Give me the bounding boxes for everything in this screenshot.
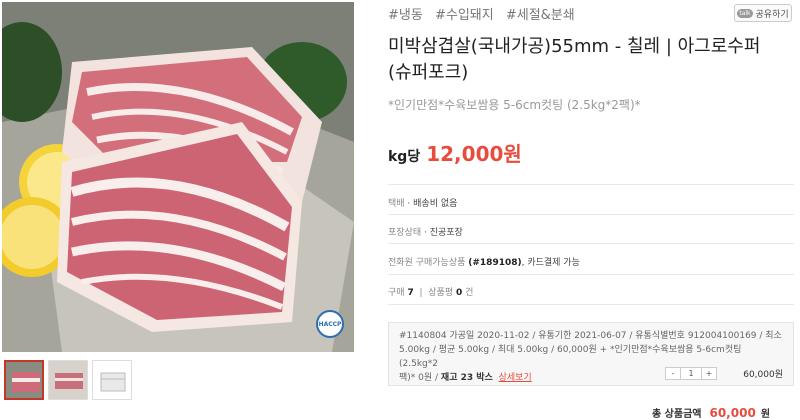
option-price: 60,000원 [743, 370, 783, 380]
total-currency: 원 [760, 409, 771, 420]
option-line-1: #1140804 가공일 2020-11-02 / 유통기한 2021-06-0… [399, 331, 782, 341]
packaging-value: 진공포장 [429, 228, 463, 238]
tag[interactable]: #세절&분쇄 [506, 8, 575, 23]
review-count: 0 [455, 288, 463, 298]
shipping-row: 택배 · 배송비 없음 [388, 199, 458, 209]
haccp-label: HACCP [318, 320, 342, 328]
total-amount: 60,000 [709, 406, 756, 420]
tag[interactable]: #수입돼지 [435, 8, 494, 23]
review-key: 상품평 [428, 288, 454, 298]
shipping-value: 배송비 없음 [413, 199, 458, 209]
quantity-stepper[interactable]: - 1 + [665, 367, 717, 380]
price-value: 12,000원 [426, 142, 522, 166]
shipping-key: 택배 [388, 199, 405, 209]
quantity-input[interactable]: 1 [680, 368, 702, 379]
selected-option-box: #1140804 가공일 2020-11-02 / 유통기한 2021-06-0… [388, 322, 794, 386]
total-label: 총 상품금액 [652, 409, 702, 420]
divider [388, 274, 794, 275]
product-subtitle: *인기만점*수육보쌈용 5-6cm컷팅 (2.5kg*2팩)* [388, 98, 641, 112]
review-unit: 건 [465, 288, 474, 298]
stats-row: 구매 7 | 상품평 0 건 [388, 288, 474, 298]
phone-order-rest: , 카드결제 가능 [521, 258, 580, 268]
plus-button[interactable]: + [702, 368, 716, 379]
stock-text: 재고 23 박스 [440, 373, 493, 383]
option-line-3: 팩)* 0원 / 재고 23 박스 상세보기 [399, 373, 532, 383]
phone-order-row: 전화원 구매가능상품 (#189108), 카드결제 가능 [388, 255, 580, 268]
title-line-2: (슈퍼포크) [388, 62, 469, 83]
phone-order-text: 전화원 구매가능상품 [388, 258, 466, 268]
price-row: kg당 12,000원 [388, 138, 522, 167]
tag[interactable]: #냉동 [388, 8, 423, 23]
divider [388, 214, 794, 215]
thumbnail-3[interactable] [92, 360, 132, 400]
haccp-badge-icon: HACCP [316, 310, 344, 338]
title-line-1: 미박삼겹살(국내가공)55mm - 칠레 | 아그로수퍼 [388, 36, 761, 57]
thumbnail-2[interactable] [48, 360, 88, 400]
main-product-image: HACCP [2, 2, 354, 352]
total-row: 총 상품금액 60,000 원 [652, 402, 770, 420]
divider [388, 304, 794, 305]
packaging-key: 포장상태 [388, 228, 422, 238]
share-button[interactable]: talk 공유하기 [734, 4, 792, 22]
option-line-2: 5.00kg / 평균 5.00kg / 최대 5.00kg / 60,000원… [399, 345, 742, 369]
product-tags: #냉동 #수입돼지 #세절&분쇄 [388, 4, 583, 23]
product-title: 미박삼겹살(국내가공)55mm - 칠레 | 아그로수퍼 (슈퍼포크) [388, 34, 798, 86]
thumbnail-1[interactable] [4, 360, 44, 400]
divider [388, 243, 794, 244]
price-unit: kg당 [388, 149, 421, 165]
minus-button[interactable]: - [666, 368, 680, 379]
divider [388, 184, 794, 185]
purchase-count: 7 [407, 288, 414, 298]
share-label: 공유하기 [755, 9, 789, 20]
phone-order-number: (#189108) [468, 258, 522, 268]
packaging-row: 포장상태 · 진공포장 [388, 228, 463, 238]
purchase-key: 구매 [388, 288, 405, 298]
kakaotalk-icon: talk [737, 8, 753, 18]
thumbnail-strip [4, 360, 132, 400]
detail-link[interactable]: 상세보기 [499, 373, 532, 383]
